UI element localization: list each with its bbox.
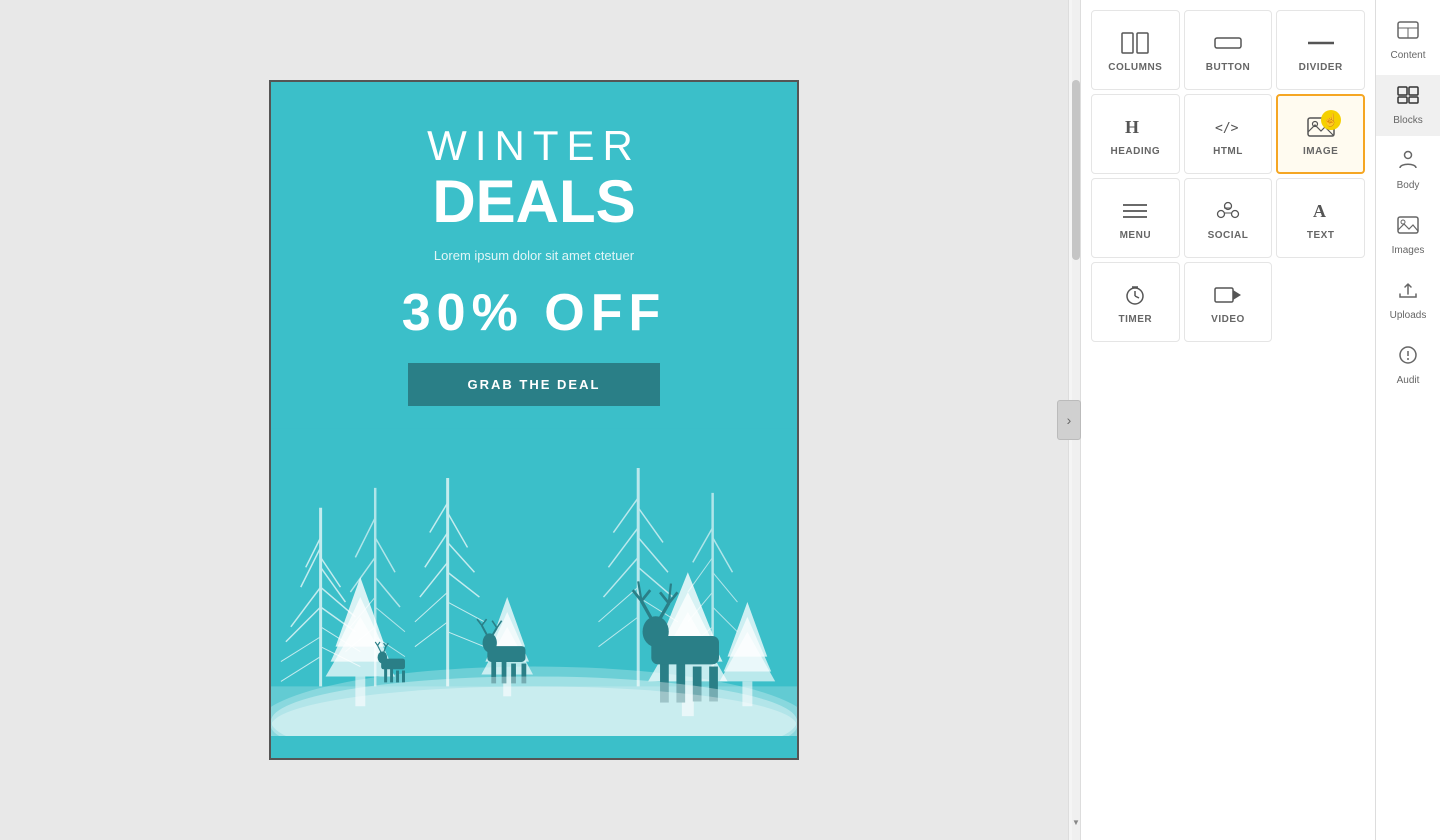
svg-text:</>: </> [1215,121,1239,136]
email-preview: WINTER DEALS Lorem ipsum dolor sit amet … [269,80,799,760]
content-label: Content [1390,50,1425,61]
block-item-divider[interactable]: DIVIDER [1276,10,1365,90]
cursor-indicator: ☝ [1321,110,1341,130]
collapse-panel-button[interactable]: › [1057,400,1081,440]
heading-label: HEADING [1111,146,1161,157]
image-icon-wrapper: ☝ [1307,116,1335,138]
email-cta-button[interactable]: GRAB THE DEAL [408,363,661,406]
html-label: HTML [1213,146,1243,157]
block-item-menu[interactable]: MENU [1091,178,1180,258]
blocks-grid: COLUMNS BUTTON DIVIDER H [1081,0,1375,840]
sidebar-item-audit[interactable]: Audit [1376,335,1440,396]
email-title-winter: WINTER [301,122,767,170]
sidebar-item-blocks[interactable]: Blocks [1376,75,1440,136]
email-discount: 30% OFF [301,283,767,343]
video-label: VIDEO [1211,314,1245,325]
svg-text:A: A [1313,201,1326,221]
heading-icon: H [1121,116,1149,138]
images-label: Images [1392,245,1425,256]
sidebar-item-images[interactable]: Images [1376,205,1440,266]
sidebar-item-content[interactable]: Content [1376,10,1440,71]
audit-icon [1396,345,1420,371]
scroll-divider: › ▼ [1068,0,1080,840]
columns-icon [1121,32,1149,54]
block-item-image[interactable]: ☝ IMAGE [1276,94,1365,174]
uploads-label: Uploads [1390,310,1427,321]
social-icon [1214,200,1242,222]
block-item-video[interactable]: VIDEO [1184,262,1273,342]
images-icon [1396,215,1420,241]
sidebar-item-uploads[interactable]: Uploads [1376,270,1440,331]
timer-icon [1121,284,1149,306]
email-top-section: WINTER DEALS Lorem ipsum dolor sit amet … [271,82,797,426]
divider-label: DIVIDER [1299,62,1343,73]
timer-label: TIMER [1119,314,1153,325]
content-icon [1396,20,1420,46]
winter-scene [271,426,797,736]
divider-icon [1307,32,1335,54]
text-icon: A [1307,200,1335,222]
blocks-icon [1396,85,1420,111]
blocks-panel: COLUMNS BUTTON DIVIDER H [1080,0,1375,840]
uploads-icon [1396,280,1420,306]
svg-text:H: H [1125,117,1139,137]
block-item-social[interactable]: SOCIAL [1184,178,1273,258]
email-title-deals: DEALS [301,172,767,232]
sidebar-item-body[interactable]: Body [1376,140,1440,201]
button-label: BUTTON [1206,62,1250,73]
html-icon: </> [1214,116,1242,138]
block-item-heading[interactable]: H HEADING [1091,94,1180,174]
block-item-timer[interactable]: TIMER [1091,262,1180,342]
body-icon [1396,150,1420,176]
body-label: Body [1397,180,1420,191]
menu-label: MENU [1120,230,1151,241]
text-label: TEXT [1307,230,1335,241]
menu-icon [1121,200,1149,222]
image-label: IMAGE [1303,146,1338,157]
block-item-columns[interactable]: COLUMNS [1091,10,1180,90]
audit-label: Audit [1397,375,1420,386]
video-icon [1214,284,1242,306]
columns-label: COLUMNS [1108,62,1162,73]
email-subtitle: Lorem ipsum dolor sit amet ctetuer [301,248,767,263]
far-right-sidebar: Content Blocks Body [1375,0,1440,840]
button-icon [1214,32,1242,54]
block-item-button[interactable]: BUTTON [1184,10,1273,90]
block-item-text[interactable]: A TEXT [1276,178,1365,258]
scroll-down-arrow[interactable]: ▼ [1072,816,1080,828]
blocks-label: Blocks [1393,115,1422,126]
block-item-html[interactable]: </> HTML [1184,94,1273,174]
social-label: SOCIAL [1208,230,1249,241]
canvas-area: WINTER DEALS Lorem ipsum dolor sit amet … [0,0,1068,840]
